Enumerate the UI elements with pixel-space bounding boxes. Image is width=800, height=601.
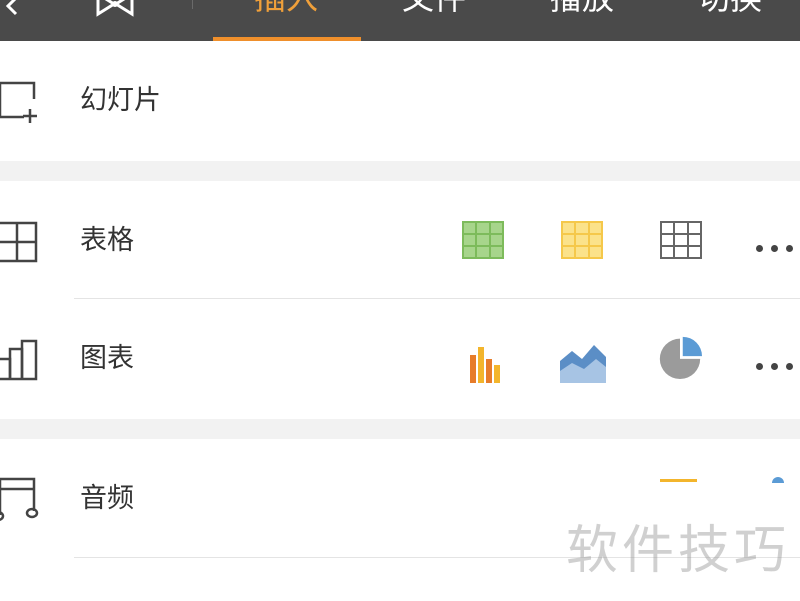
chart-more-icon[interactable]: [756, 355, 800, 375]
yellow-table-style-icon[interactable]: [558, 218, 606, 262]
insert-table-row[interactable]: 表格: [0, 181, 800, 299]
tab-transition[interactable]: 切换: [698, 0, 762, 19]
bar-chart-icon[interactable]: [462, 339, 510, 383]
back-arrow-icon[interactable]: [0, 0, 24, 20]
table-label: 表格: [80, 225, 134, 256]
section-gap: [0, 419, 800, 439]
bow-icon[interactable]: [92, 0, 138, 18]
area-chart-icon[interactable]: [558, 339, 606, 383]
chart-icon: [0, 339, 38, 381]
section-gap: [0, 161, 800, 181]
music-note-icon: [0, 477, 39, 521]
slide-label: 幻灯片: [80, 85, 161, 116]
chart-label: 图表: [80, 343, 134, 374]
insert-slide-row[interactable]: 幻灯片: [0, 41, 800, 161]
audio-option-icon[interactable]: [772, 477, 784, 483]
audio-label: 音频: [80, 483, 134, 514]
audio-option-icon[interactable]: [660, 479, 697, 482]
watermark: 软件技巧: [566, 521, 791, 581]
add-slide-icon: [0, 81, 37, 123]
tab-play[interactable]: 播放: [550, 0, 614, 19]
tab-insert[interactable]: 插入: [254, 0, 318, 19]
pie-chart-icon[interactable]: [656, 335, 704, 379]
toolbar-separator: [192, 0, 193, 9]
plain-table-style-icon[interactable]: [657, 218, 705, 262]
insert-chart-row[interactable]: 图表: [0, 299, 800, 419]
table-more-icon[interactable]: [756, 237, 800, 257]
top-toolbar: 插入 文件 播放 切换: [0, 0, 800, 41]
table-icon: [0, 221, 38, 263]
tab-file[interactable]: 文件: [402, 0, 466, 19]
green-table-style-icon[interactable]: [459, 218, 507, 262]
